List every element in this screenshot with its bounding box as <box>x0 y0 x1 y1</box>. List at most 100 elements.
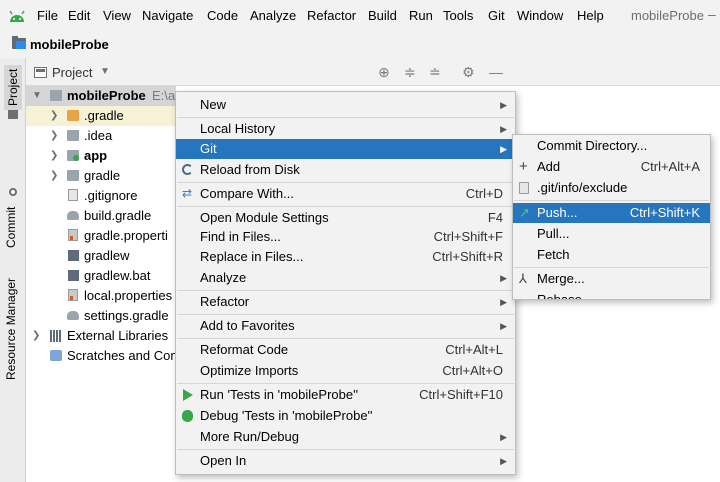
menu-item-label: Run 'Tests in 'mobileProbe'' <box>200 387 359 402</box>
git-item-merge[interactable]: ⅄ Merge... <box>513 269 710 289</box>
git-item-fetch[interactable]: Fetch <box>513 245 710 265</box>
push-arrow-icon: ↗ <box>519 205 530 220</box>
git-item-add[interactable]: + Add Ctrl+Alt+A <box>513 157 710 177</box>
menu-item-compare-with[interactable]: ⇄ Compare With... Ctrl+D <box>176 184 515 204</box>
minimize-icon[interactable]: – <box>708 6 716 22</box>
menu-item-open-in[interactable]: Open In ▶ <box>176 451 515 471</box>
tree-item[interactable]: ❯ .gradle <box>26 106 176 126</box>
menu-item-reload-from-disk[interactable]: Reload from Disk <box>176 160 515 180</box>
tree-item[interactable]: Scratches and Con <box>26 346 176 366</box>
tree-root[interactable]: ▼ mobileProbe E:\a... <box>26 86 186 106</box>
chevron-right-icon[interactable]: ❯ <box>32 326 40 346</box>
menu-code[interactable]: Code <box>207 8 238 23</box>
tree-item[interactable]: ❯ app <box>26 146 176 166</box>
menu-item-label: Find in Files... <box>200 229 281 244</box>
expand-all-icon[interactable]: ≑ <box>404 64 416 81</box>
menu-separator <box>514 200 709 201</box>
menu-item-optimize-imports[interactable]: Optimize Imports Ctrl+Alt+O <box>176 361 515 381</box>
menu-navigate[interactable]: Navigate <box>142 8 193 23</box>
menu-item-find-in-files[interactable]: Find in Files... Ctrl+Shift+F <box>176 227 515 247</box>
menu-item-add-to-favorites[interactable]: Add to Favorites ▶ <box>176 316 515 336</box>
reload-icon <box>182 164 193 175</box>
menu-item-reformat-code[interactable]: Reformat Code Ctrl+Alt+L <box>176 340 515 360</box>
git-item-push[interactable]: ↗ Push... Ctrl+Shift+K <box>513 203 710 223</box>
menu-separator <box>177 383 514 384</box>
menu-separator <box>177 117 514 118</box>
tree-root-name: mobileProbe <box>67 88 146 103</box>
folder-icon <box>67 110 79 121</box>
file-icon <box>519 182 529 194</box>
menu-separator <box>177 206 514 207</box>
menu-item-debug-tests[interactable]: Debug 'Tests in 'mobileProbe'' <box>176 406 515 426</box>
gear-icon[interactable]: ⚙ <box>462 64 475 81</box>
menu-item-new[interactable]: New ▶ <box>176 95 515 115</box>
chevron-down-icon[interactable]: ▼ <box>32 86 42 106</box>
main-menu-bar: File Edit View Navigate Code Analyze Ref… <box>0 0 720 32</box>
collapse-all-icon[interactable]: ≐ <box>429 64 441 81</box>
hide-panel-icon[interactable]: — <box>489 64 503 80</box>
tab-commit[interactable]: Commit <box>4 207 18 248</box>
menu-item-git[interactable]: Git ▶ <box>176 139 515 159</box>
chevron-down-icon[interactable]: ▼ <box>100 66 110 77</box>
menu-analyze[interactable]: Analyze <box>250 8 296 23</box>
project-folder-icon <box>8 110 18 119</box>
tree-item[interactable]: ❯ External Libraries <box>26 326 176 346</box>
menu-file[interactable]: File <box>37 8 58 23</box>
menu-refactor[interactable]: Refactor <box>307 8 356 23</box>
tree-item-label: gradlew <box>84 248 130 263</box>
menu-build[interactable]: Build <box>368 8 397 23</box>
tree-item[interactable]: ❯ .idea <box>26 126 176 146</box>
tab-resource-manager[interactable]: Resource Manager <box>4 278 18 380</box>
chevron-right-icon[interactable]: ❯ <box>50 146 58 166</box>
context-menu: New ▶ Local History ▶ Git ▶ Reload from … <box>175 91 516 475</box>
menu-item-refactor[interactable]: Refactor ▶ <box>176 292 515 312</box>
chevron-right-icon[interactable]: ❯ <box>50 166 58 186</box>
git-item-commit-directory[interactable]: Commit Directory... <box>513 136 710 156</box>
folder-icon <box>67 130 79 141</box>
menu-run[interactable]: Run <box>409 8 433 23</box>
menu-item-label: .git/info/exclude <box>537 180 628 195</box>
submenu-arrow-icon: ▶ <box>500 144 507 154</box>
run-icon <box>183 389 193 401</box>
script-file-icon <box>68 250 79 261</box>
tree-item-label: local.properties <box>84 288 173 303</box>
menu-git[interactable]: Git <box>488 8 505 23</box>
folder-icon <box>12 36 26 49</box>
git-item-exclude[interactable]: .git/info/exclude <box>513 178 710 198</box>
menu-window[interactable]: Window <box>517 8 563 23</box>
menu-tools[interactable]: Tools <box>443 8 473 23</box>
menu-item-analyze[interactable]: Analyze ▶ <box>176 268 515 288</box>
menu-item-label: Commit Directory... <box>537 138 648 153</box>
tab-project[interactable]: Project <box>4 64 22 110</box>
chevron-right-icon[interactable]: ❯ <box>50 126 58 146</box>
tree-item[interactable]: gradlew.bat <box>26 266 176 286</box>
submenu-arrow-icon: ▶ <box>500 321 507 331</box>
folder-icon <box>67 170 79 181</box>
menu-help[interactable]: Help <box>577 8 604 23</box>
tree-item[interactable]: ❯ gradle <box>26 166 176 186</box>
menu-item-label: Add <box>537 159 561 174</box>
submenu-arrow-icon: ▶ <box>500 297 507 307</box>
git-item-rebase[interactable]: Rebase... <box>513 290 710 299</box>
library-icon <box>50 330 62 342</box>
git-item-pull[interactable]: Pull... <box>513 224 710 244</box>
locate-icon[interactable]: ⊕ <box>378 64 390 81</box>
project-panel-title[interactable]: Project <box>52 65 92 80</box>
tree-item[interactable]: local.properties <box>26 286 176 306</box>
menu-item-open-module-settings[interactable]: Open Module Settings F4 <box>176 208 515 228</box>
tree-item[interactable]: gradlew <box>26 246 176 266</box>
menu-item-label: Local History <box>200 121 276 136</box>
tree-item[interactable]: .gitignore <box>26 186 176 206</box>
breadcrumb-project[interactable]: mobileProbe <box>30 37 109 52</box>
tree-item[interactable]: build.gradle <box>26 206 176 226</box>
menu-item-run-tests[interactable]: Run 'Tests in 'mobileProbe'' Ctrl+Shift+… <box>176 385 515 405</box>
menu-edit[interactable]: Edit <box>68 8 90 23</box>
tree-item[interactable]: gradle.properti <box>26 226 176 246</box>
menu-view[interactable]: View <box>103 8 131 23</box>
menu-item-local-history[interactable]: Local History ▶ <box>176 119 515 139</box>
chevron-right-icon[interactable]: ❯ <box>50 106 58 126</box>
menu-item-more-run-debug[interactable]: More Run/Debug ▶ <box>176 427 515 447</box>
menu-item-replace-in-files[interactable]: Replace in Files... Ctrl+Shift+R <box>176 247 515 267</box>
tree-item[interactable]: settings.gradle <box>26 306 176 326</box>
menu-item-label: Reformat Code <box>200 342 289 357</box>
